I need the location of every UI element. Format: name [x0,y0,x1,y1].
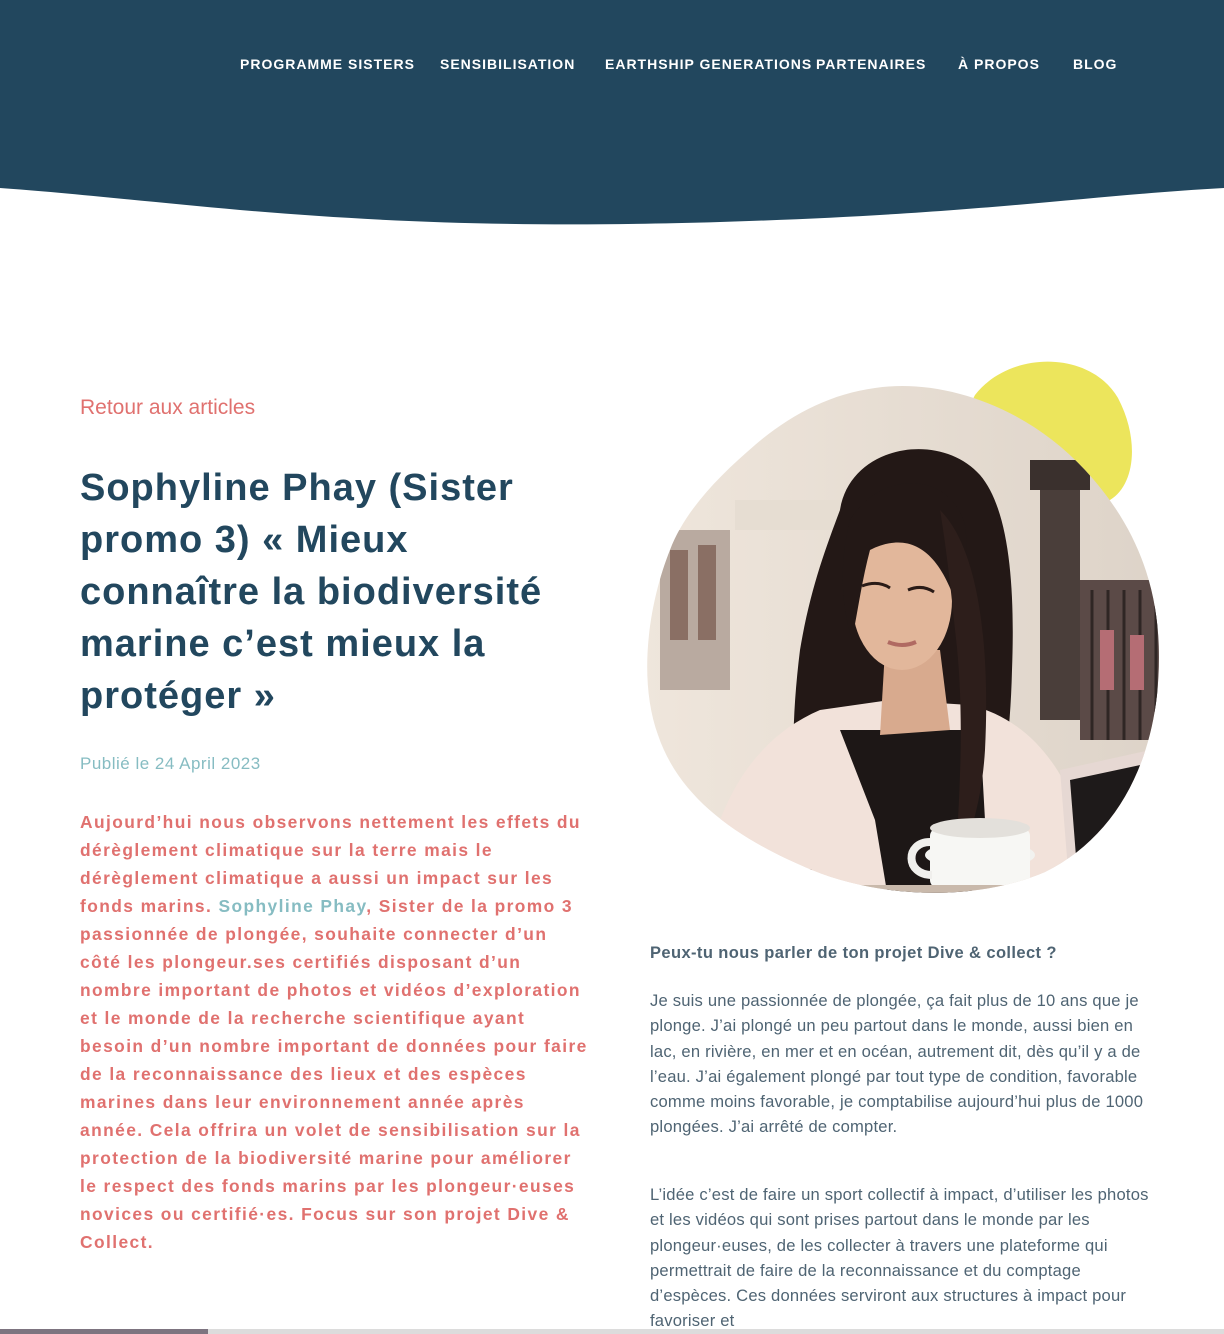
header-wave-background [0,0,1224,225]
nav-item-partenaires[interactable]: PARTENAIRES [816,54,926,74]
article-photo [640,350,1170,910]
portrait-photo-illustration [647,361,1159,893]
interview-answer-paragraph-2: L’idée c’est de faire un sport collectif… [650,1185,1149,1331]
scrollbar-thumb[interactable] [0,1329,208,1334]
nav-item-sensibilisation[interactable]: SENSIBILISATION [440,54,575,74]
nav-item-a-propos[interactable]: À PROPOS [958,54,1040,74]
horizontal-scrollbar[interactable] [0,1329,1224,1334]
interview-question: Peux-tu nous parler de ton projet Dive &… [650,944,1057,962]
site-header: PROGRAMME SISTERS SENSIBILISATION EARTHS… [0,0,1224,240]
article-title: Sophyline Phay (Sister promo 3) « Mieux … [80,467,543,717]
nav-item-earthship-generations[interactable]: EARTHSHIP GENERATIONS [605,54,812,74]
intro-text-end: , Sister de la promo 3 passionnée de plo… [80,896,588,1252]
author-name-link[interactable]: Sophyline Phay [218,896,366,916]
interview-answer-paragraph-1: Je suis une passionnée de plongée, ça fa… [650,991,1144,1137]
nav-item-blog[interactable]: BLOG [1073,54,1117,74]
main-nav: PROGRAMME SISTERS SENSIBILISATION EARTHS… [0,54,1224,76]
article-intro: Aujourd’hui nous observons nettement les… [80,808,590,1256]
nav-item-programme-sisters[interactable]: PROGRAMME SISTERS [240,54,415,74]
back-to-articles-link[interactable]: Retour aux articles [80,396,255,420]
publish-date: Publié le 24 April 2023 [80,754,261,773]
